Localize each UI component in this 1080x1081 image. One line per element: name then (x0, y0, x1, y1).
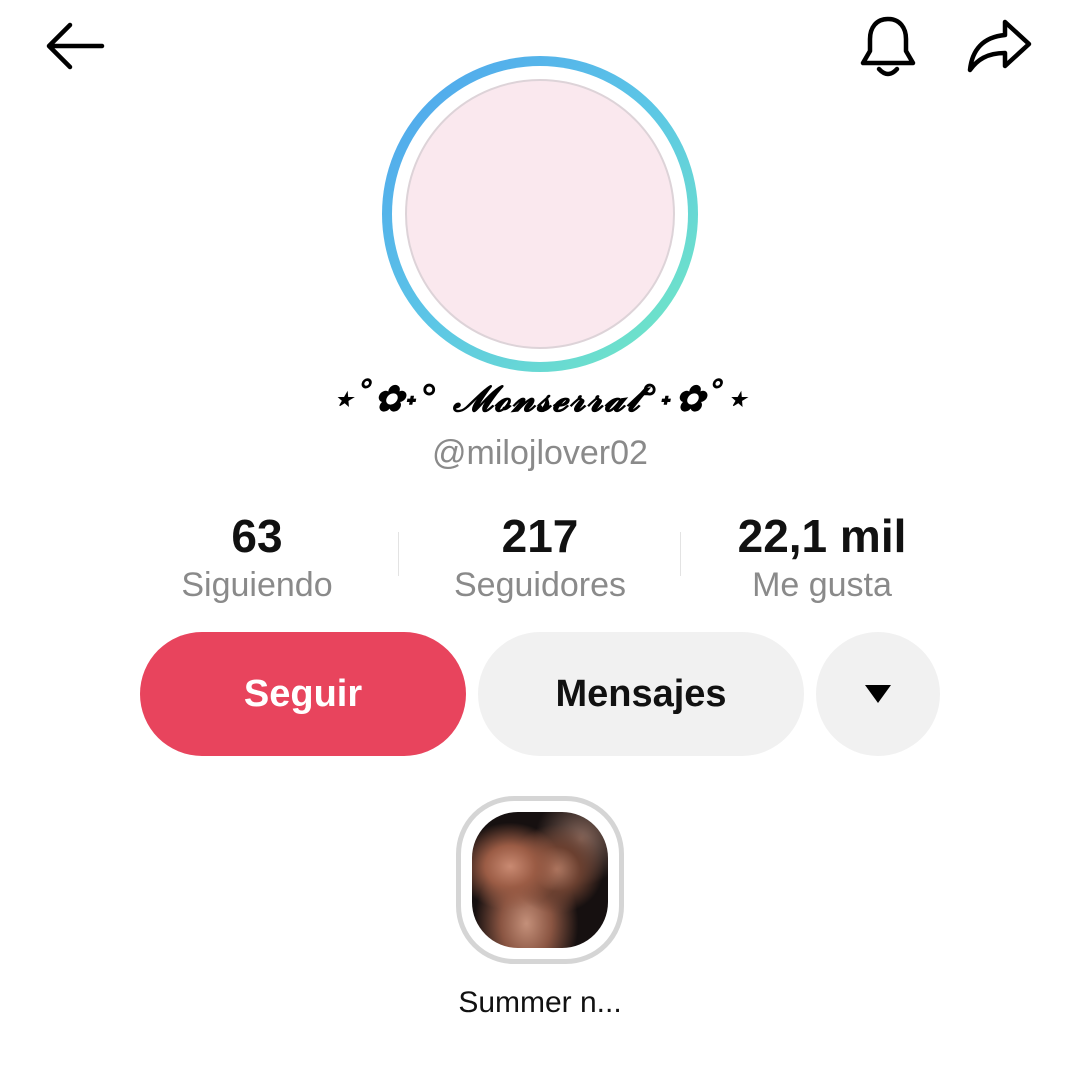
follow-button[interactable]: Seguir (140, 632, 466, 756)
arrow-left-icon (46, 22, 105, 70)
following-label: Siguiendo (181, 566, 333, 604)
likes-count: 22,1 mil (737, 510, 907, 562)
bell-icon (860, 16, 916, 77)
display-name: ⋆˚✿˖° 𝓜𝓸𝓷𝓼𝓮𝓻𝓻𝓪𝓽°˖✿˚⋆ (331, 378, 749, 420)
avatar (405, 79, 675, 349)
message-button[interactable]: Mensajes (478, 632, 804, 756)
profile-page: ⋆˚✿˖° 𝓜𝓸𝓷𝓼𝓮𝓻𝓻𝓪𝓽°˖✿˚⋆ @milojlover02 63 Si… (0, 0, 1080, 1081)
stat-followers[interactable]: 217 Seguidores (390, 508, 690, 606)
stat-likes[interactable]: 22,1 mil Me gusta (672, 508, 972, 606)
following-count: 63 (231, 510, 283, 562)
username: @milojlover02 (432, 434, 648, 472)
notification-button[interactable] (852, 10, 924, 82)
back-button[interactable] (38, 14, 110, 78)
more-options-button[interactable] (816, 632, 940, 756)
avatar-ring-inner (392, 66, 688, 362)
likes-label: Me gusta (752, 566, 892, 604)
highlight-thumbnail (472, 812, 608, 948)
followers-count: 217 (501, 510, 579, 562)
share-arrow-icon (967, 19, 1032, 73)
stat-following[interactable]: 63 Siguiendo (107, 508, 407, 606)
share-button[interactable] (962, 10, 1038, 82)
followers-label: Seguidores (453, 566, 626, 604)
caret-down-icon (865, 685, 891, 703)
highlight-label: Summer n... (458, 986, 622, 1019)
avatar-ring[interactable] (382, 56, 698, 372)
highlight-item[interactable] (456, 796, 624, 964)
